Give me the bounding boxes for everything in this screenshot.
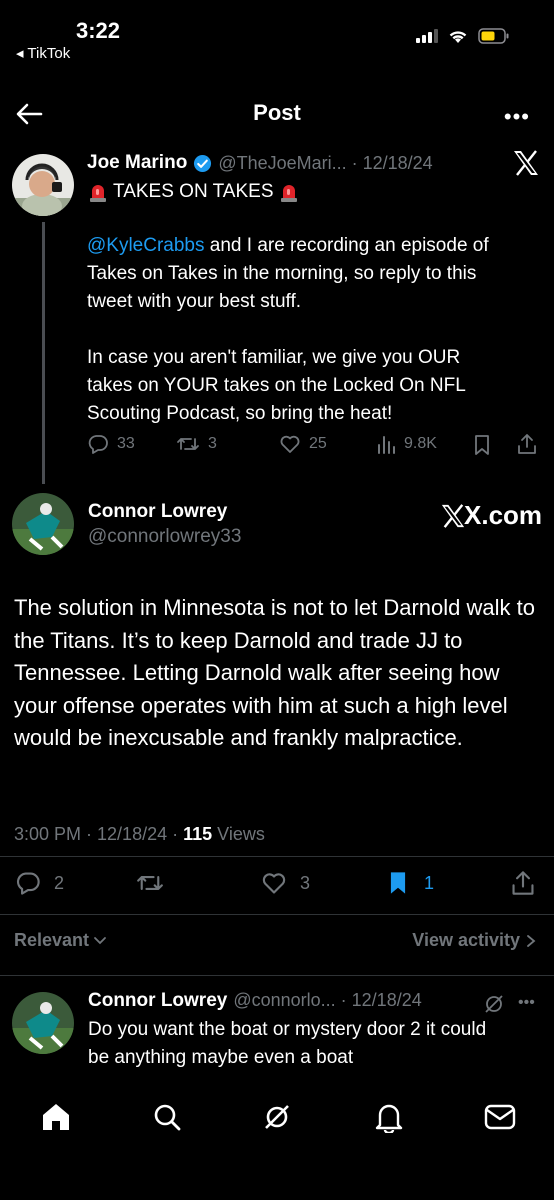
status-time: 3:22 [76, 18, 121, 43]
notifications-bell-icon[interactable] [374, 1101, 404, 1133]
body-text: takes on YOUR takes on the Locked On NFL [87, 375, 466, 396]
author-name[interactable]: Connor Lowrey [88, 990, 227, 1012]
reply-header: Connor Lowrey @connorlo... · 12/18/24 [88, 990, 422, 1012]
repost-count: 3 [208, 435, 217, 452]
views-label: Views [212, 824, 265, 844]
thread-line [42, 222, 45, 484]
sort-label: Relevant [14, 930, 90, 950]
reply-text: Do you want the boat or mystery door 2 i… [88, 1016, 548, 1072]
repost-icon[interactable] [134, 870, 166, 896]
heart-icon [280, 435, 300, 453]
divider [0, 856, 554, 857]
repost-icon [177, 438, 199, 450]
mention-link[interactable]: @KyleCrabbs [87, 235, 205, 256]
body-text: and I are recording an episode of [204, 235, 489, 256]
home-icon[interactable] [40, 1102, 72, 1132]
reply-count: 2 [54, 872, 65, 893]
avatar-joe-marino[interactable] [12, 154, 74, 216]
cellular-signal-icon [416, 29, 438, 43]
chevron-down-icon [94, 936, 106, 944]
divider [0, 914, 554, 915]
share-icon[interactable] [510, 870, 536, 896]
like-count: 25 [309, 435, 327, 452]
post-timestamp: 3:00 PM · 12/18/24 · [14, 824, 184, 844]
view-activity-label: View activity [412, 930, 520, 950]
divider [0, 975, 554, 976]
views-button[interactable]: 9.8K [376, 433, 437, 455]
quoted-tweet-body: @KyleCrabbs and I are recording an episo… [87, 232, 547, 428]
bottom-nav [0, 1068, 554, 1200]
page-title: Post [253, 100, 301, 125]
bookmark-filled-icon [390, 872, 406, 894]
view-activity-link[interactable]: View activity [412, 930, 538, 951]
reply-button[interactable]: 2 [14, 870, 64, 896]
handle-date[interactable]: @connorlo... · 12/18/24 [233, 990, 421, 1012]
quoted-tweet-title: TAKES ON TAKES [87, 178, 300, 206]
share-icon[interactable] [516, 433, 538, 455]
x-logo-icon [514, 150, 538, 176]
search-icon[interactable] [152, 1102, 182, 1132]
bookmark-count: 1 [424, 872, 435, 893]
like-button[interactable]: 25 [279, 433, 327, 455]
reply-icon [17, 872, 40, 895]
siren-icon [280, 185, 297, 202]
reply-line: Do you want the boat or mystery door 2 i… [88, 1019, 487, 1040]
grok-icon[interactable] [482, 992, 506, 1016]
post-text: The solution in Minnesota is not to let … [14, 595, 535, 750]
x-logo-icon [441, 503, 465, 528]
post-meta: 3:00 PM · 12/18/24 · 115 Views [14, 824, 265, 845]
like-button[interactable]: 3 [260, 870, 310, 896]
avatar-connor-lowrey[interactable] [12, 493, 74, 555]
status-icons [416, 28, 510, 44]
bookmark-button[interactable]: 1 [386, 870, 434, 896]
sort-replies-dropdown[interactable]: Relevant [14, 930, 108, 951]
more-options-icon[interactable]: ••• [504, 104, 530, 130]
body-text: Takes on Takes in the morning, so reply … [87, 263, 477, 284]
views-count: 115 [183, 824, 213, 844]
author-handle[interactable]: @connorlowrey33 [88, 526, 241, 548]
body-text: Scouting Podcast, so bring the heat! [87, 403, 393, 424]
siren-icon [90, 185, 106, 202]
battery-icon [478, 28, 509, 44]
reply-count: 33 [117, 435, 135, 452]
avatar-connor-lowrey[interactable] [12, 992, 74, 1054]
title-line: TAKES ON TAKES [113, 181, 274, 202]
views-chart-icon [378, 436, 395, 454]
reply-button[interactable]: 33 [87, 433, 135, 455]
body-text: In case you aren't familiar, we give you… [87, 347, 461, 368]
repost-button[interactable]: 3 [176, 433, 217, 455]
view-count: 9.8K [404, 435, 437, 452]
verified-badge-icon [194, 154, 212, 172]
wifi-icon [449, 30, 467, 43]
grok-icon[interactable] [262, 1102, 292, 1132]
reply-icon [88, 435, 108, 454]
bookmark-icon[interactable] [472, 434, 492, 456]
more-options-icon[interactable]: ••• [518, 994, 535, 1012]
author-name[interactable]: Connor Lowrey [88, 501, 227, 523]
author-name[interactable]: Joe Marino [87, 152, 187, 174]
like-count: 3 [300, 872, 311, 893]
watermark-text: X.com [464, 500, 543, 530]
messages-envelope-icon[interactable] [484, 1104, 516, 1130]
back-to-app-link[interactable]: ◂ TikTok [16, 44, 70, 62]
handle-date[interactable]: @TheJoeMari... · 12/18/24 [218, 153, 432, 174]
quoted-tweet-header: Joe Marino @TheJoeMari... · 12/18/24 [87, 152, 433, 174]
heart-icon [262, 873, 286, 894]
chevron-right-icon [527, 934, 536, 947]
x-com-watermark: X.com [440, 500, 542, 531]
body-text: tweet with your best stuff. [87, 291, 302, 312]
